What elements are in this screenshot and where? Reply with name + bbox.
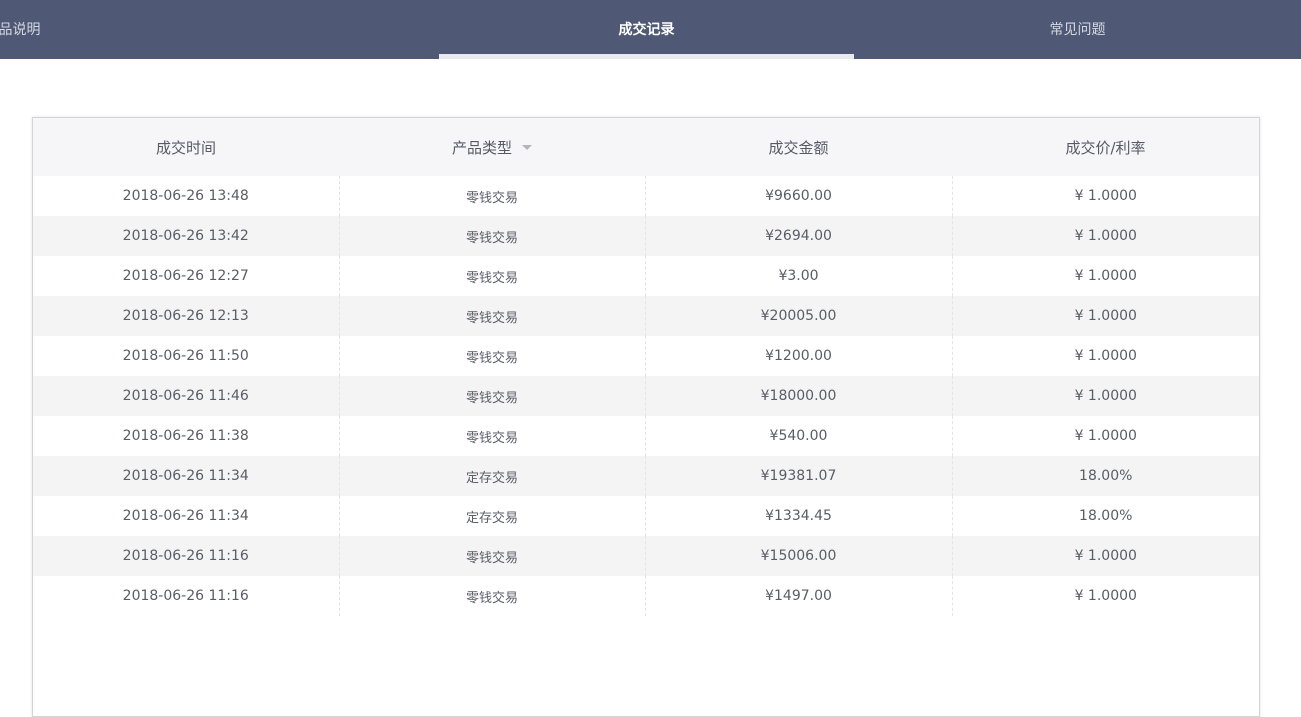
cell-product-type: 零钱交易 [338, 216, 645, 256]
cell-price-rate: ¥ 1.0000 [951, 176, 1259, 216]
header-amount: 成交金额 [768, 138, 829, 157]
cell-amount: ¥1497.00 [644, 576, 952, 616]
cell-time: 2018-06-26 11:16 [122, 548, 249, 564]
cell-time: 2018-06-26 12:13 [122, 308, 249, 324]
tab-product-description[interactable]: 产品说明 [0, 0, 439, 59]
cell-product-type: 零钱交易 [338, 376, 645, 416]
cell-amount: ¥1200.00 [644, 336, 952, 376]
cell-product-type: 零钱交易 [338, 176, 645, 216]
cell-price-rate: ¥ 1.0000 [951, 576, 1259, 616]
cell-price-rate: ¥ 1.0000 [951, 536, 1259, 576]
cell-price-rate: ¥ 1.0000 [951, 216, 1259, 256]
tab-label: 成交记录 [618, 22, 675, 38]
cell-price-rate: 18.00% [951, 496, 1259, 536]
table-row: 2018-06-26 11:16 零钱交易 ¥15006.00 ¥ 1.0000 [33, 536, 1259, 576]
cell-amount: ¥540.00 [644, 416, 952, 456]
cell-price-rate: ¥ 1.0000 [951, 376, 1259, 416]
caret-down-icon[interactable] [522, 144, 532, 150]
header-time: 成交时间 [155, 138, 216, 157]
cell-time: 2018-06-26 12:27 [122, 268, 249, 284]
cell-time: 2018-06-26 13:42 [122, 228, 249, 244]
cell-product-type: 定存交易 [338, 496, 645, 536]
table-row: 2018-06-26 11:50 零钱交易 ¥1200.00 ¥ 1.0000 [33, 336, 1259, 376]
cell-amount: ¥2694.00 [644, 216, 952, 256]
cell-amount: ¥19381.07 [644, 456, 952, 496]
cell-time: 2018-06-26 11:34 [122, 508, 249, 524]
cell-product-type: 零钱交易 [338, 256, 645, 296]
cell-time: 2018-06-26 11:16 [122, 588, 249, 604]
records-panel: 成交时间 产品类型 成交金额 成交价/利率 2018-06-26 13:48 零钱… [32, 117, 1260, 717]
tab-label: 产品说明 [0, 22, 41, 38]
cell-price-rate: ¥ 1.0000 [951, 296, 1259, 336]
cell-time: 2018-06-26 11:38 [122, 428, 249, 444]
cell-price-rate: ¥ 1.0000 [951, 336, 1259, 376]
table-row: 2018-06-26 11:38 零钱交易 ¥540.00 ¥ 1.0000 [33, 416, 1259, 456]
table-row: 2018-06-26 11:46 零钱交易 ¥18000.00 ¥ 1.0000 [33, 376, 1259, 416]
cell-product-type: 零钱交易 [338, 576, 645, 616]
header-price-rate: 成交价/利率 [1065, 138, 1146, 157]
cell-amount: ¥15006.00 [644, 536, 952, 576]
cell-amount: ¥3.00 [644, 256, 952, 296]
header-product-type[interactable]: 产品类型 [339, 118, 645, 176]
cell-product-type: 零钱交易 [338, 536, 645, 576]
table-header-row: 成交时间 产品类型 成交金额 成交价/利率 [33, 118, 1259, 176]
records-table: 成交时间 产品类型 成交金额 成交价/利率 2018-06-26 13:48 零钱… [33, 118, 1259, 616]
cell-amount: ¥20005.00 [644, 296, 952, 336]
tab-faq[interactable]: 常见问题 [854, 0, 1301, 59]
active-tab-indicator [439, 54, 854, 59]
cell-price-rate: ¥ 1.0000 [951, 416, 1259, 456]
cell-time: 2018-06-26 11:34 [122, 468, 249, 484]
cell-product-type: 零钱交易 [338, 336, 645, 376]
table-row: 2018-06-26 12:13 零钱交易 ¥20005.00 ¥ 1.0000 [33, 296, 1259, 336]
tab-bar: 产品说明 成交记录 常见问题 [0, 0, 1301, 59]
table-row: 2018-06-26 13:48 零钱交易 ¥9660.00 ¥ 1.0000 [33, 176, 1259, 216]
table-row: 2018-06-26 11:34 定存交易 ¥19381.07 18.00% [33, 456, 1259, 496]
cell-time: 2018-06-26 13:48 [122, 188, 249, 204]
tab-label: 常见问题 [1049, 22, 1106, 38]
table-row: 2018-06-26 11:16 零钱交易 ¥1497.00 ¥ 1.0000 [33, 576, 1259, 616]
tab-transaction-records[interactable]: 成交记录 [439, 0, 854, 59]
cell-product-type: 定存交易 [338, 456, 645, 496]
cell-amount: ¥18000.00 [644, 376, 952, 416]
table-body: 2018-06-26 13:48 零钱交易 ¥9660.00 ¥ 1.0000 2018… [33, 176, 1259, 616]
cell-product-type: 零钱交易 [338, 296, 645, 336]
table-row: 2018-06-26 11:34 定存交易 ¥1334.45 18.00% [33, 496, 1259, 536]
cell-amount: ¥1334.45 [644, 496, 952, 536]
cell-time: 2018-06-26 11:50 [122, 348, 249, 364]
cell-time: 2018-06-26 11:46 [122, 388, 249, 404]
cell-price-rate: 18.00% [951, 456, 1259, 496]
table-row: 2018-06-26 12:27 零钱交易 ¥3.00 ¥ 1.0000 [33, 256, 1259, 296]
cell-amount: ¥9660.00 [644, 176, 952, 216]
table-row: 2018-06-26 13:42 零钱交易 ¥2694.00 ¥ 1.0000 [33, 216, 1259, 256]
cell-price-rate: ¥ 1.0000 [951, 256, 1259, 296]
cell-product-type: 零钱交易 [338, 416, 645, 456]
